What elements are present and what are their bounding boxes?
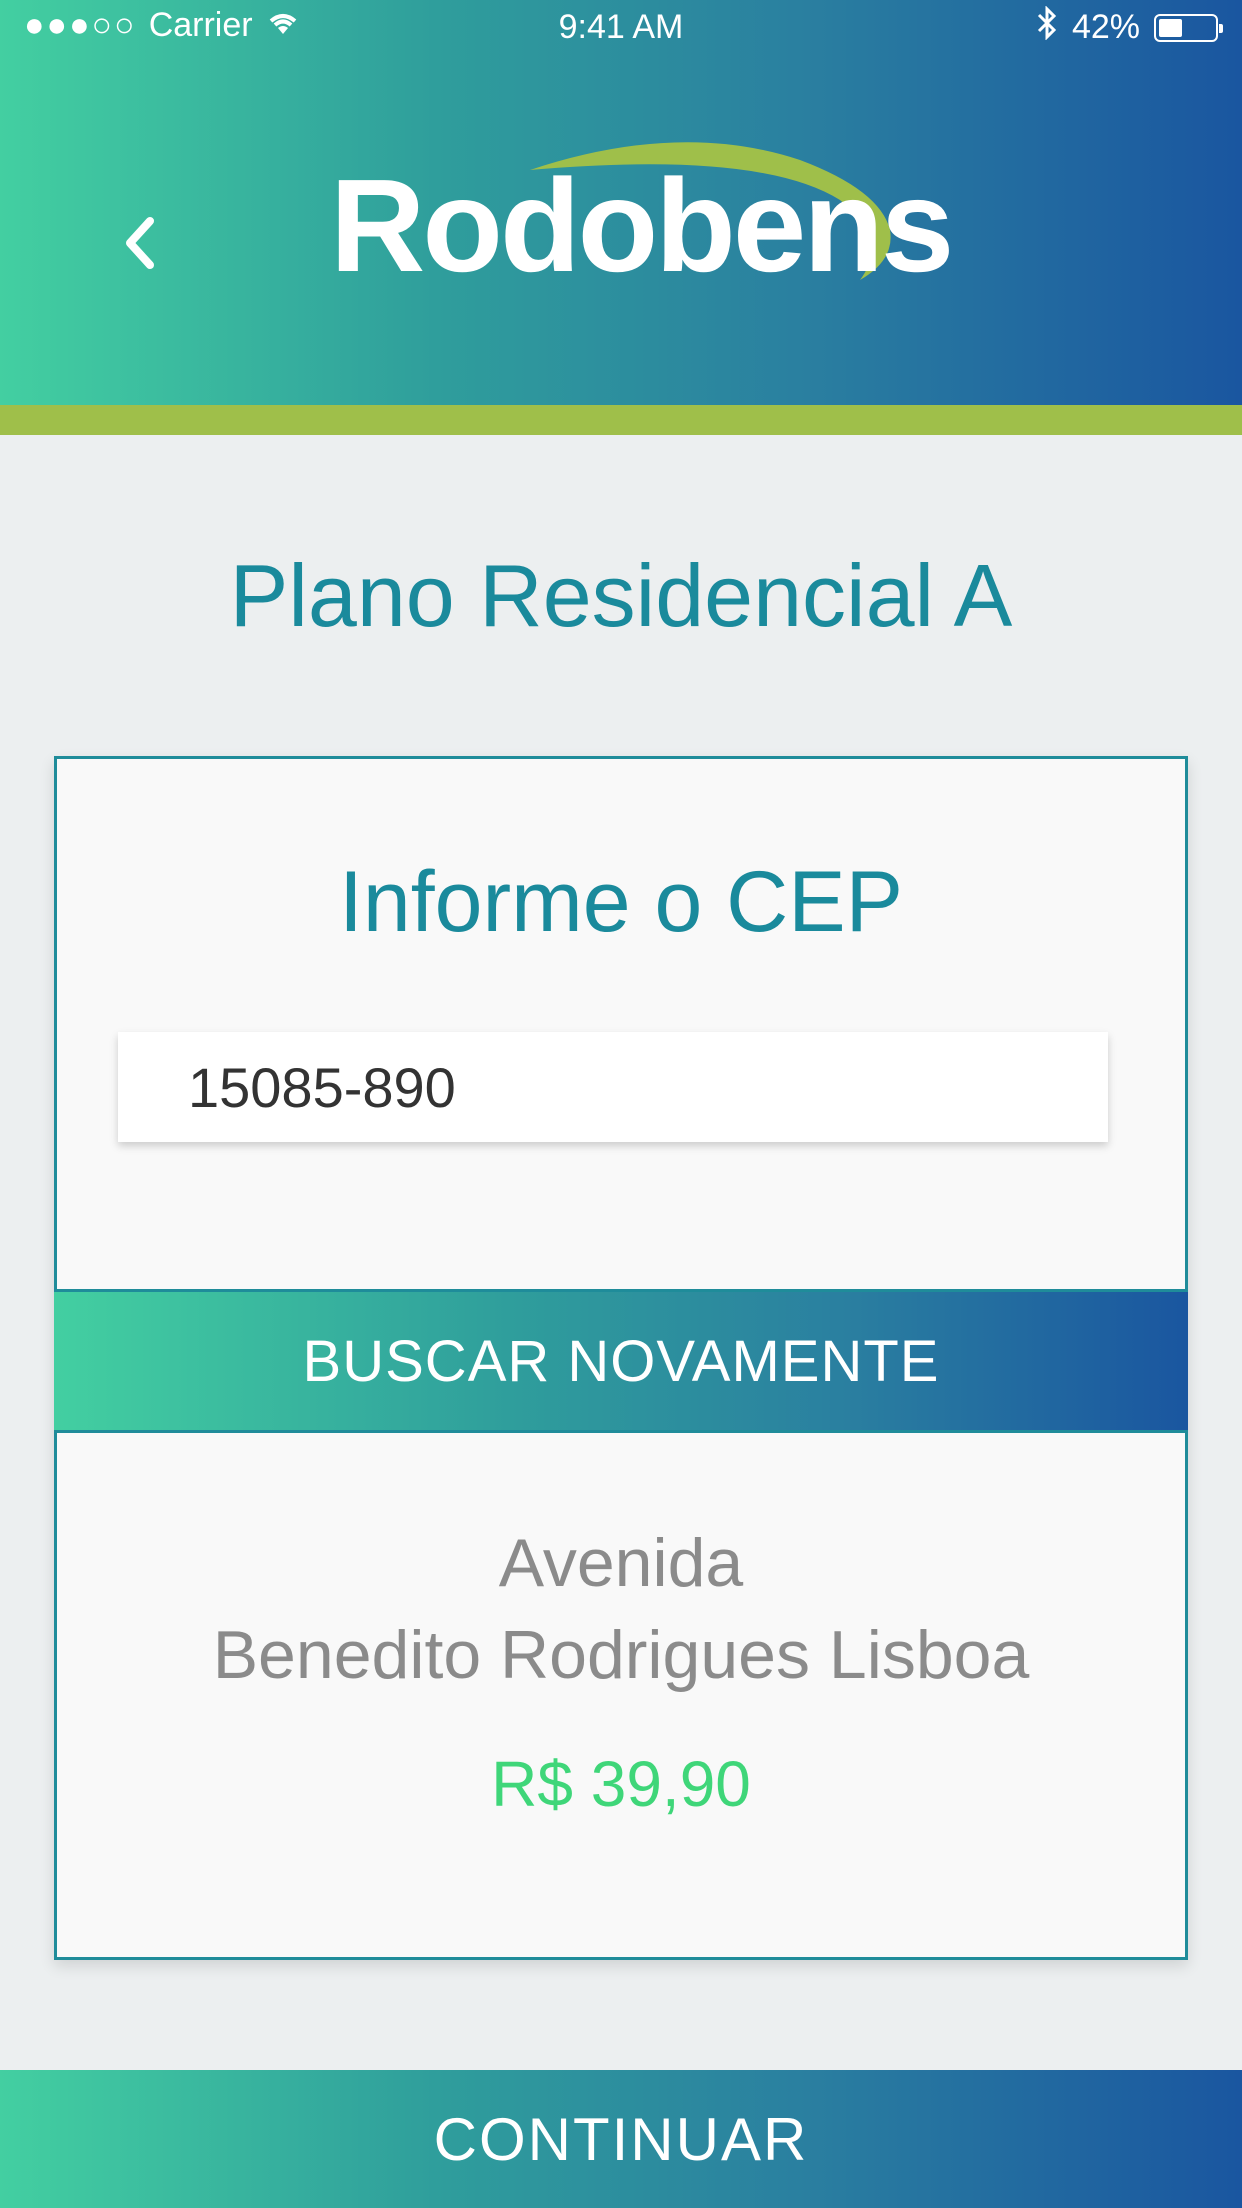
continue-button[interactable]: CONTINUAR — [0, 2070, 1242, 2208]
battery-percent: 42% — [1071, 8, 1140, 46]
address-line-1: Avenida — [498, 1525, 744, 1601]
chevron-left-icon — [120, 213, 160, 278]
battery-icon — [1154, 13, 1223, 42]
back-button[interactable] — [110, 200, 170, 290]
plan-price: R$ 39,90 — [491, 1748, 751, 1820]
bluetooth-icon — [1036, 5, 1058, 49]
cep-input[interactable] — [118, 1032, 1108, 1142]
rodobens-logo: Rodobens — [320, 130, 954, 310]
cep-card: Informe o CEP BUSCAR NOVAMENTE Avenida B… — [54, 756, 1188, 1960]
status-bar: ●●●○○ Carrier 9:41 AM 42% — [0, 0, 1242, 56]
logo-wordmark: Rodobens — [330, 152, 954, 299]
address-result: Avenida Benedito Rodrigues Lisboa — [57, 1517, 1185, 1701]
cep-card-title: Informe o CEP — [339, 854, 903, 950]
page-title: Plano Residencial A — [229, 546, 1013, 645]
app-header: ●●●○○ Carrier 9:41 AM 42% Rodobens — [0, 0, 1242, 405]
header-accent-bar — [0, 405, 1242, 435]
search-again-button[interactable]: BUSCAR NOVAMENTE — [54, 1289, 1188, 1433]
address-line-2: Benedito Rodrigues Lisboa — [212, 1617, 1030, 1693]
